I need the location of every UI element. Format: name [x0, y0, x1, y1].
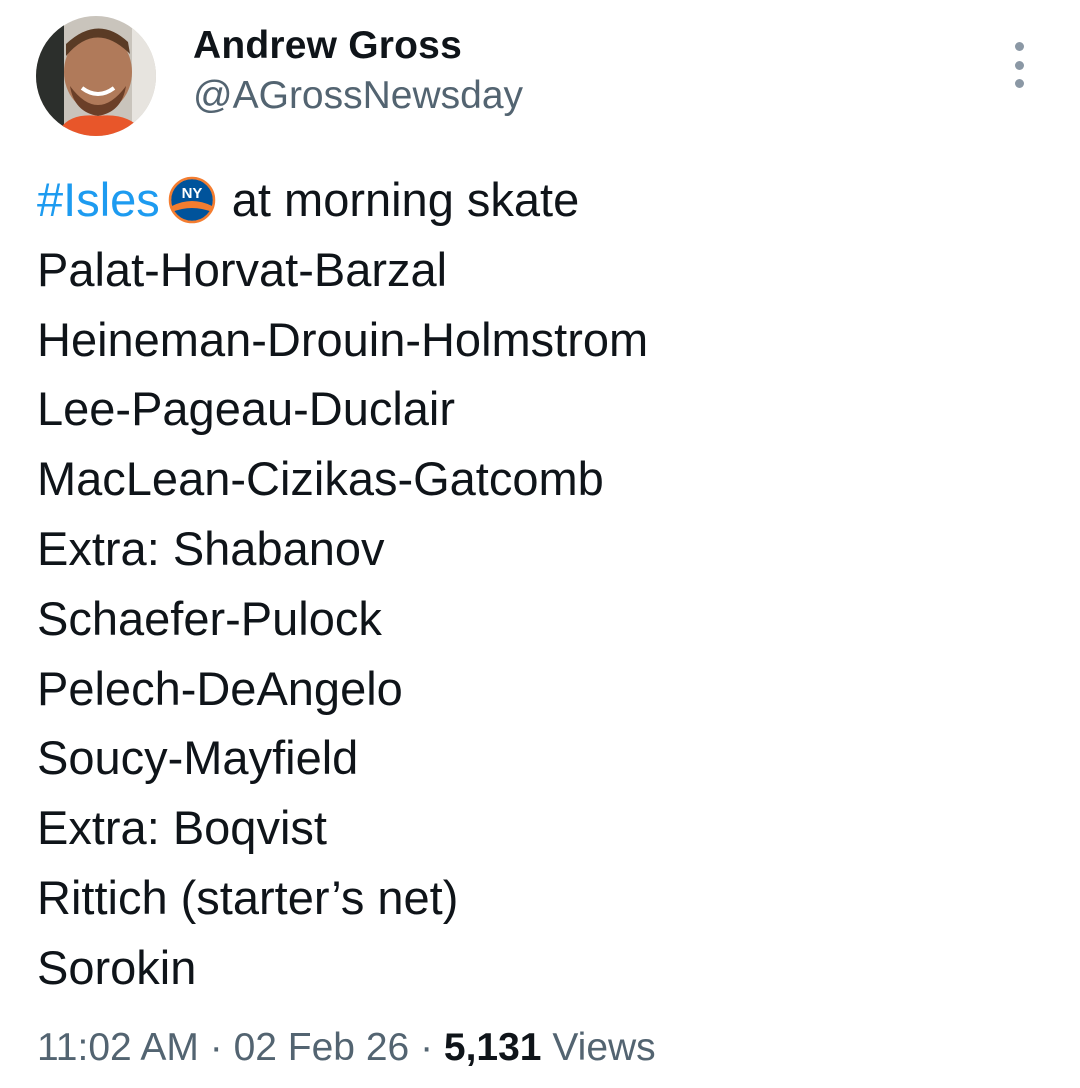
tweet-line: Schaefer-Pulock	[37, 591, 382, 645]
tweet-line: Extra: Shabanov	[37, 521, 385, 575]
tweet-line: Soucy-Mayfield	[37, 731, 359, 785]
hashtag-link[interactable]: #Isles	[37, 173, 160, 226]
tweet-line: Extra: Boqvist	[37, 801, 327, 855]
tweet-line: Sorokin	[37, 940, 197, 994]
tweet-first-line: #Isles NY at morning skate	[37, 165, 1047, 235]
author-display-name[interactable]: Andrew Gross	[193, 22, 523, 70]
lineup-lines: Palat-Horvat-Barzal Heineman-Drouin-Holms…	[37, 235, 1047, 1003]
svg-text:NY: NY	[181, 185, 202, 202]
views-count: 5,131	[443, 1026, 542, 1069]
author-handle[interactable]: @AGrossNewsday	[193, 70, 523, 122]
tweet-line: Heineman-Drouin-Holmstrom	[37, 312, 649, 366]
tweet-first-line-text: at morning skate	[231, 173, 580, 226]
tweet-line: Lee-Pageau-Duclair	[37, 382, 456, 436]
tweet-time[interactable]: 11:02 AM	[37, 1026, 199, 1069]
tweet-date[interactable]: 02 Feb 26	[234, 1026, 410, 1069]
avatar[interactable]	[36, 16, 156, 136]
author-block[interactable]: Andrew Gross @AGrossNewsday	[193, 22, 523, 122]
islanders-logo-icon: NY	[168, 173, 216, 224]
tweet-line: Rittich (starter’s net)	[37, 870, 459, 924]
meta-separator: ·	[420, 1026, 434, 1069]
tweet-meta: 11:02 AM · 02 Feb 26 · 5,131 Views	[37, 1022, 656, 1074]
menu-dot	[1014, 60, 1024, 70]
tweet-text: #Isles NY at morning skate Palat-Horvat-…	[37, 165, 1047, 1003]
menu-dot	[1014, 42, 1024, 51]
more-options-icon[interactable]	[1004, 42, 1034, 88]
tweet-line: Pelech-DeAngelo	[37, 661, 403, 715]
menu-dot	[1014, 79, 1024, 88]
tweet-line: MacLean-Cizikas-Gatcomb	[37, 452, 604, 506]
meta-separator: ·	[209, 1026, 223, 1069]
views-label: Views	[552, 1026, 656, 1069]
tweet-line: Palat-Horvat-Barzal	[37, 242, 448, 296]
